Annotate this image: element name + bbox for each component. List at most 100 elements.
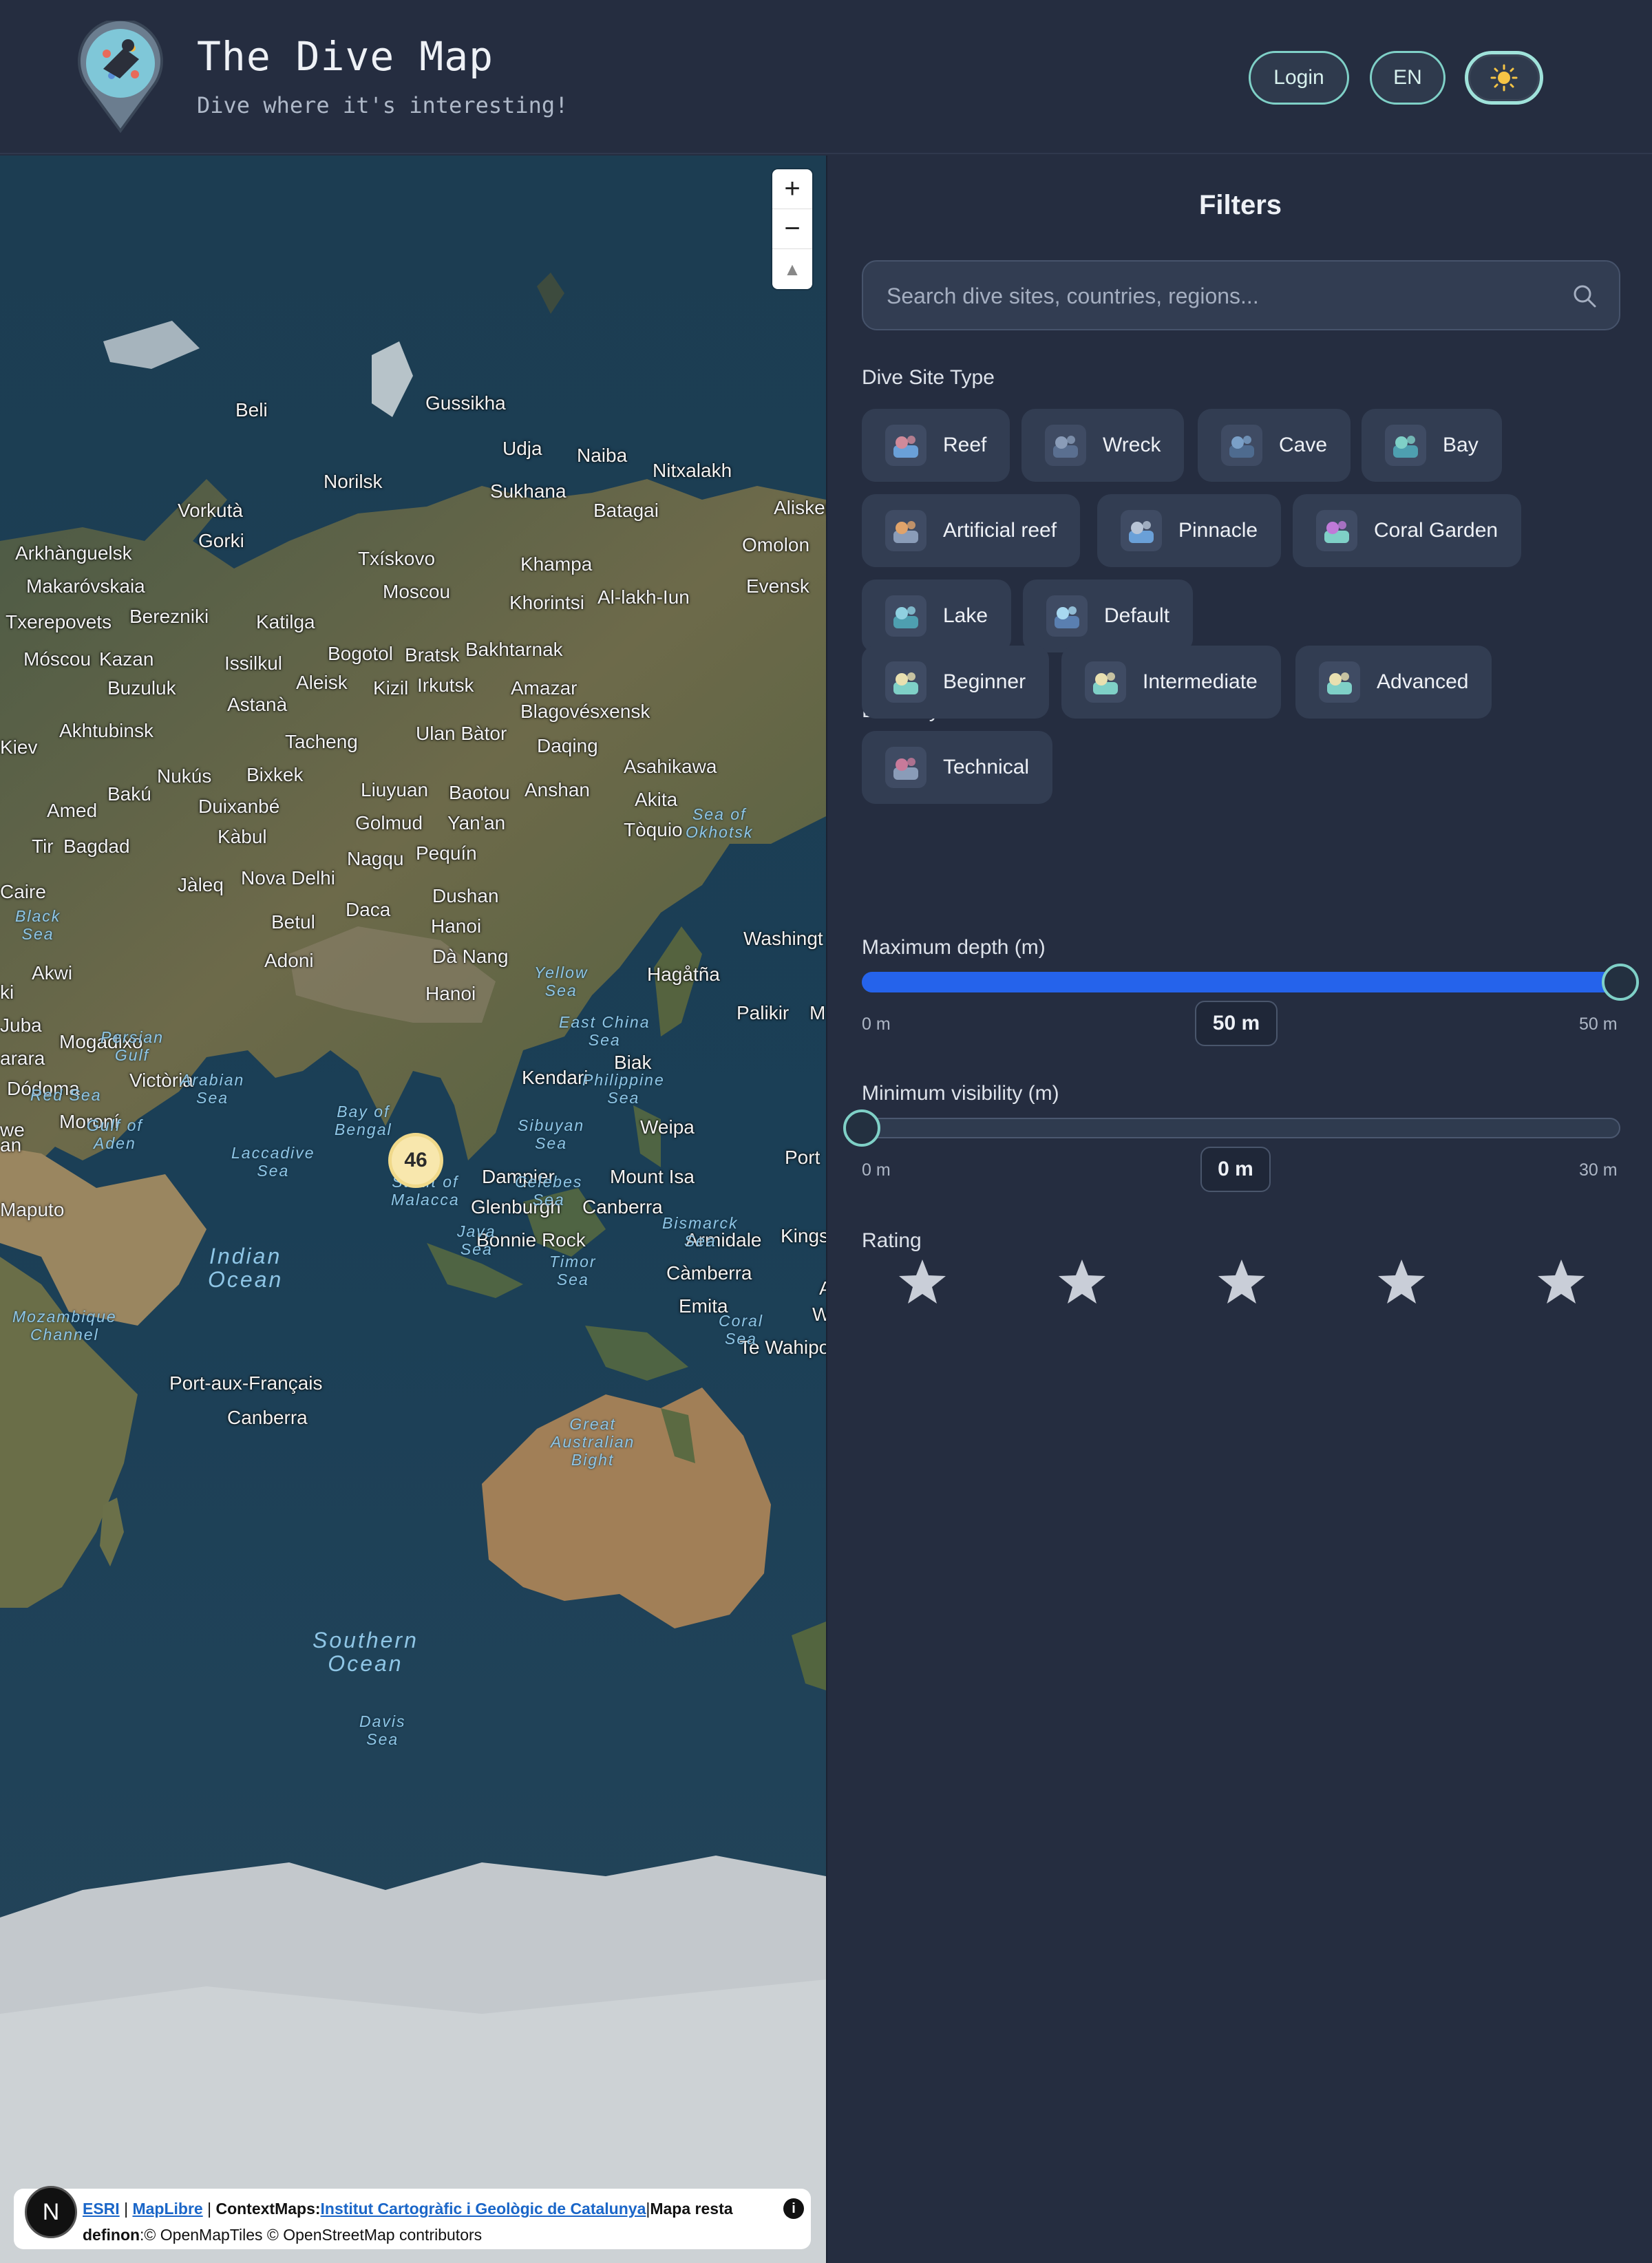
rating-star-icon[interactable] <box>898 1257 947 1306</box>
chip-difficulty-intermediate[interactable]: Intermediate <box>1061 646 1281 719</box>
map-place-label: Txerepovets <box>6 611 112 633</box>
map-place-label: A <box>819 1277 826 1299</box>
attribution-line2-credits: :© OpenMapTiles © OpenStreetMap contribu… <box>140 2226 483 2244</box>
map-place-label: Gussikha <box>425 392 506 414</box>
chip-difficulty-beginner[interactable]: Beginner <box>862 646 1050 719</box>
esri-link[interactable]: ESRI <box>83 2200 120 2218</box>
map-place-label: Bakhtarnak <box>465 639 563 660</box>
map-place-label: Anshan <box>525 779 590 800</box>
login-button[interactable]: Login <box>1249 51 1349 105</box>
map-place-label: Juba <box>0 1014 42 1036</box>
max-depth-slider[interactable] <box>862 972 1620 992</box>
map-place-label: Palikir <box>737 1002 790 1023</box>
map-place-label: Naiba <box>577 445 628 466</box>
diver-rig-icon <box>885 747 926 788</box>
rating-star-icon[interactable] <box>1217 1257 1267 1306</box>
chip-site-type-coral-garden[interactable]: Coral Garden <box>1293 494 1522 567</box>
map-place-label: Katilga <box>256 611 315 633</box>
attribution-rest: Mapa resta <box>650 2200 733 2218</box>
map-place-label: Arkhànguelsk <box>15 542 132 564</box>
chip-site-type-lake[interactable]: Lake <box>862 580 1012 652</box>
nextjs-logo-icon[interactable]: N <box>25 2186 77 2238</box>
map-place-label: Dushan <box>432 885 499 906</box>
chip-site-type-cave[interactable]: Cave <box>1198 409 1351 482</box>
dive-map-logo-icon[interactable] <box>76 18 165 135</box>
map-place-label: Kazan <box>99 648 154 670</box>
dive-map[interactable]: Gussikha Beli Udja Naiba Nitxalakh Norilsk Suk… <box>0 156 826 2263</box>
map-place-label: Amazar <box>511 677 578 699</box>
map-place-label: Yan'an <box>447 812 506 833</box>
max-depth-min: 0 m <box>862 1014 891 1034</box>
map-place-label: Makaróvskaia <box>26 575 145 597</box>
maplibre-link[interactable]: MapLibre <box>132 2200 202 2218</box>
wreck-icon <box>1045 425 1086 466</box>
map-place-label: an <box>0 1134 22 1156</box>
min-visibility-min: 0 m <box>862 1160 891 1180</box>
icgc-link[interactable]: Institut Cartogràfic i Geològic de Catal… <box>321 2200 646 2218</box>
map-place-label: ki <box>0 981 14 1003</box>
bay-icon <box>1385 425 1426 466</box>
artificial-reef-icon <box>885 510 926 551</box>
min-visibility-max: 30 m <box>1579 1160 1618 1180</box>
map-place-label: Hagåtña <box>647 964 720 985</box>
dive-site-cluster[interactable]: 46 <box>388 1133 443 1188</box>
chip-site-type-artificial-reef[interactable]: Artificial reef <box>862 494 1081 567</box>
map-place-label: Evensk <box>746 575 809 597</box>
min-visibility-slider[interactable] <box>862 1118 1620 1138</box>
map-place-label: Buzuluk <box>107 677 176 699</box>
zoom-out-button[interactable]: − <box>772 209 812 249</box>
map-sea-label: Coral Sea <box>719 1312 763 1348</box>
attribution-info-icon[interactable]: i <box>783 2198 804 2219</box>
language-button[interactable]: EN <box>1370 51 1446 105</box>
map-place-label: Blagovésxensk <box>520 701 650 722</box>
rating-star-icon[interactable] <box>1057 1257 1107 1306</box>
map-place-label: Astanà <box>227 694 288 715</box>
map-sea-label: Java Sea <box>457 1222 496 1258</box>
map-place-label: arara <box>0 1048 45 1069</box>
map-place-label: Betul <box>271 911 315 933</box>
map-place-label: W <box>812 1304 826 1325</box>
zoom-in-button[interactable]: + <box>772 169 812 209</box>
map-sea-label: Mozambique Channel <box>12 1308 117 1343</box>
chip-label: Artificial reef <box>943 519 1057 542</box>
map-place-label: Daca <box>346 899 391 920</box>
map-sea-label: Bismarck Sea <box>662 1214 739 1250</box>
chip-difficulty-technical[interactable]: Technical <box>862 731 1053 804</box>
map-place-label: Maputo <box>0 1199 65 1220</box>
search-input[interactable]: Search dive sites, countries, regions... <box>862 260 1620 330</box>
rating-star-icon[interactable] <box>1536 1257 1586 1306</box>
chip-site-type-wreck[interactable]: Wreck <box>1021 409 1185 482</box>
chip-site-type-default[interactable]: Default <box>1023 580 1194 652</box>
map-place-label: Issilkul <box>224 652 283 674</box>
map-place-label: Caire <box>0 881 46 902</box>
map-sea-label: Gulf of Aden <box>87 1116 143 1152</box>
map-place-label: Duixanbé <box>198 796 280 817</box>
max-depth-thumb[interactable] <box>1602 964 1639 1001</box>
map-sea-label: Arabian Sea <box>180 1071 245 1107</box>
map-sea-label: Red Sea <box>30 1086 102 1104</box>
map-place-label: Kàbul <box>218 826 267 847</box>
map-place-label: Bagdad <box>63 836 130 857</box>
compass-reset-button[interactable]: ▲ <box>772 249 812 289</box>
search-icon[interactable] <box>1571 282 1598 310</box>
map-place-label: Weipa <box>640 1116 695 1138</box>
map-place-label: Mount Isa <box>610 1166 695 1187</box>
map-place-label: Nova Delhi <box>241 867 335 889</box>
chip-site-type-reef[interactable]: Reef <box>862 409 1010 482</box>
min-visibility-thumb[interactable] <box>843 1109 880 1147</box>
map-place-label: Norilsk <box>324 471 383 492</box>
map-sea-label: Sea of Okhotsk <box>686 805 754 841</box>
map-sea-label: Sibuyan Sea <box>518 1116 585 1152</box>
rating-star-icon[interactable] <box>1377 1257 1426 1306</box>
app-header: The Dive Map Dive where it's interesting… <box>0 0 1652 154</box>
attribution-separator: | <box>124 2200 129 2218</box>
chip-site-type-bay[interactable]: Bay <box>1362 409 1502 482</box>
chip-difficulty-advanced[interactable]: Advanced <box>1295 646 1492 719</box>
reef-icon <box>885 425 926 466</box>
site-type-label: Dive Site Type <box>862 366 995 389</box>
map-place-label: Udja <box>502 438 542 459</box>
theme-toggle-button[interactable] <box>1465 51 1543 105</box>
map-sea-label: Great Australian Bight <box>551 1415 635 1469</box>
chip-site-type-pinnacle[interactable]: Pinnacle <box>1097 494 1282 567</box>
map-place-label: Irkutsk <box>417 674 474 696</box>
